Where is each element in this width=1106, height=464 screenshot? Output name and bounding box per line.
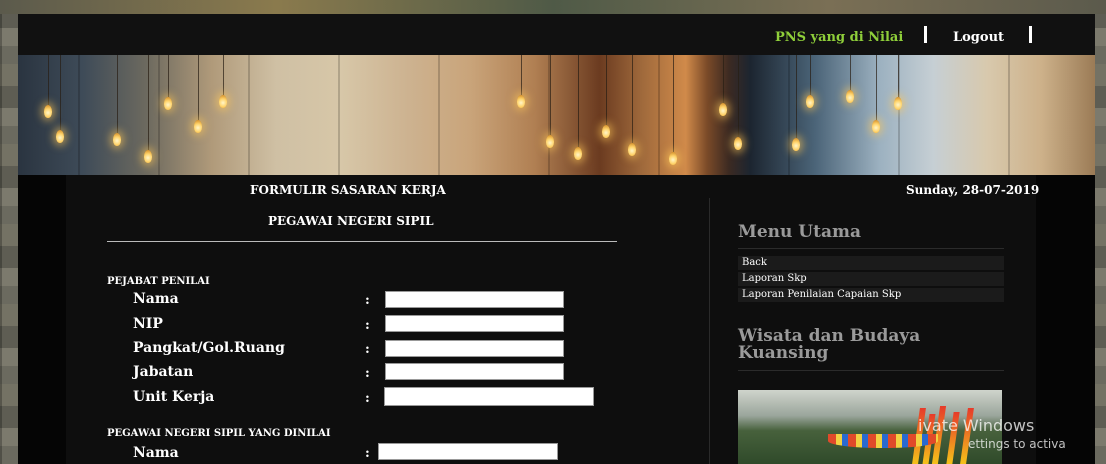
bulb-wire <box>850 55 851 90</box>
field-label-nama: Nama <box>133 291 179 307</box>
light-bulb-icon <box>194 120 202 133</box>
field-label-unit-kerja: Unit Kerja <box>133 389 215 405</box>
sidebar-divider <box>709 198 710 464</box>
wisata-budaya-heading: Wisata dan Budaya Kuansing <box>738 326 921 363</box>
wood-plank-line <box>248 55 250 175</box>
light-bulb-icon <box>113 133 121 146</box>
light-bulb-icon <box>546 135 554 148</box>
light-bulb-icon <box>806 95 814 108</box>
pacu-jalur-boat <box>828 434 938 448</box>
field-colon: : <box>365 318 370 333</box>
heading-underline <box>738 370 1004 371</box>
light-bulb-icon <box>846 90 854 103</box>
menu-item-laporan-penilaian[interactable]: Laporan Penilaian Capaian Skp <box>738 288 1004 302</box>
bulb-wire <box>898 55 899 97</box>
bulb-wire <box>578 55 579 147</box>
bulb-wire <box>738 55 739 137</box>
light-bulb-icon <box>602 125 610 138</box>
field-colon: : <box>365 293 370 308</box>
bulb-wire <box>223 55 224 95</box>
nav-separator <box>924 26 927 43</box>
wood-plank-line <box>158 55 160 175</box>
section-pegawai-dinilai: PEGAWAI NEGERI SIPIL YANG DINILAI <box>107 428 331 439</box>
bulb-wire <box>876 55 877 120</box>
field-label-nama: Nama <box>133 445 179 461</box>
bulb-wire <box>117 55 118 133</box>
nav-separator <box>1029 26 1032 43</box>
heading-underline <box>738 248 1004 249</box>
field-colon: : <box>365 342 370 357</box>
light-bulb-icon <box>219 95 227 108</box>
bulb-wire <box>168 55 169 97</box>
light-bulb-icon <box>734 137 742 150</box>
light-bulb-icon <box>872 120 880 133</box>
wood-plank-line <box>438 55 440 175</box>
right-dark-margin <box>1036 175 1095 464</box>
menu-item-laporan-skp[interactable]: Laporan Skp <box>738 272 1004 286</box>
bulb-wire <box>810 55 811 95</box>
top-navigation-bar: PNS yang di Nilai Logout <box>18 14 1095 55</box>
wood-plank-line <box>658 55 660 175</box>
bulb-wire <box>632 55 633 143</box>
bulb-wire <box>60 55 61 130</box>
field-colon: : <box>365 446 370 461</box>
light-bulb-icon <box>894 97 902 110</box>
activate-windows-watermark: ivate Windows <box>918 416 1035 435</box>
menu-item-back[interactable]: Back <box>738 256 1004 270</box>
light-bulb-icon <box>44 105 52 118</box>
activate-windows-watermark-sub: ettings to activa <box>968 437 1066 451</box>
bulb-wire <box>796 55 797 138</box>
form-subtitle: PEGAWAI NEGERI SIPIL <box>268 214 434 228</box>
bulb-wire <box>723 55 724 103</box>
light-bulb-icon <box>574 147 582 160</box>
field-colon: : <box>365 366 370 381</box>
field-label-nip: NIP <box>133 316 163 332</box>
light-bulb-icon <box>628 143 636 156</box>
light-bulb-icon <box>164 97 172 110</box>
bulb-wire <box>521 55 522 95</box>
penilai-unit-kerja-input[interactable] <box>384 387 594 406</box>
form-title: FORMULIR SASARAN KERJA <box>250 183 446 197</box>
light-bulb-icon <box>669 152 677 165</box>
menu-utama-heading: Menu Utama <box>738 222 861 242</box>
light-bulb-icon <box>56 130 64 143</box>
bulb-wire <box>550 55 551 135</box>
left-dark-margin <box>18 175 66 464</box>
penilai-nama-input[interactable] <box>385 291 564 308</box>
wood-plank-line <box>1008 55 1010 175</box>
light-bulb-icon <box>517 95 525 108</box>
wood-plank-line <box>788 55 790 175</box>
wood-plank-line <box>338 55 340 175</box>
current-date: Sunday, 28-07-2019 <box>906 183 1040 197</box>
section-pejabat-penilai: PEJABAT PENILAI <box>107 276 210 287</box>
pns-dinilai-link[interactable]: PNS yang di Nilai <box>775 30 903 45</box>
bulb-wire <box>673 55 674 152</box>
field-colon: : <box>365 391 370 406</box>
header-banner-image <box>18 55 1095 175</box>
light-bulb-icon <box>792 138 800 151</box>
penilai-jabatan-input[interactable] <box>385 363 564 380</box>
logout-link[interactable]: Logout <box>953 30 1004 45</box>
page-background-strip <box>0 0 1106 14</box>
bulb-wire <box>198 55 199 120</box>
bulb-wire <box>148 55 149 150</box>
dinilai-nama-input[interactable] <box>378 443 558 460</box>
field-label-jabatan: Jabatan <box>133 364 194 380</box>
light-bulb-icon <box>719 103 727 116</box>
title-divider <box>107 241 617 242</box>
field-label-pangkat: Pangkat/Gol.Ruang <box>133 340 285 356</box>
penilai-pangkat-input[interactable] <box>385 340 564 357</box>
light-bulb-icon <box>144 150 152 163</box>
bulb-wire <box>48 55 49 105</box>
wood-plank-line <box>78 55 80 175</box>
penilai-nip-input[interactable] <box>385 315 564 332</box>
bulb-wire <box>606 55 607 125</box>
